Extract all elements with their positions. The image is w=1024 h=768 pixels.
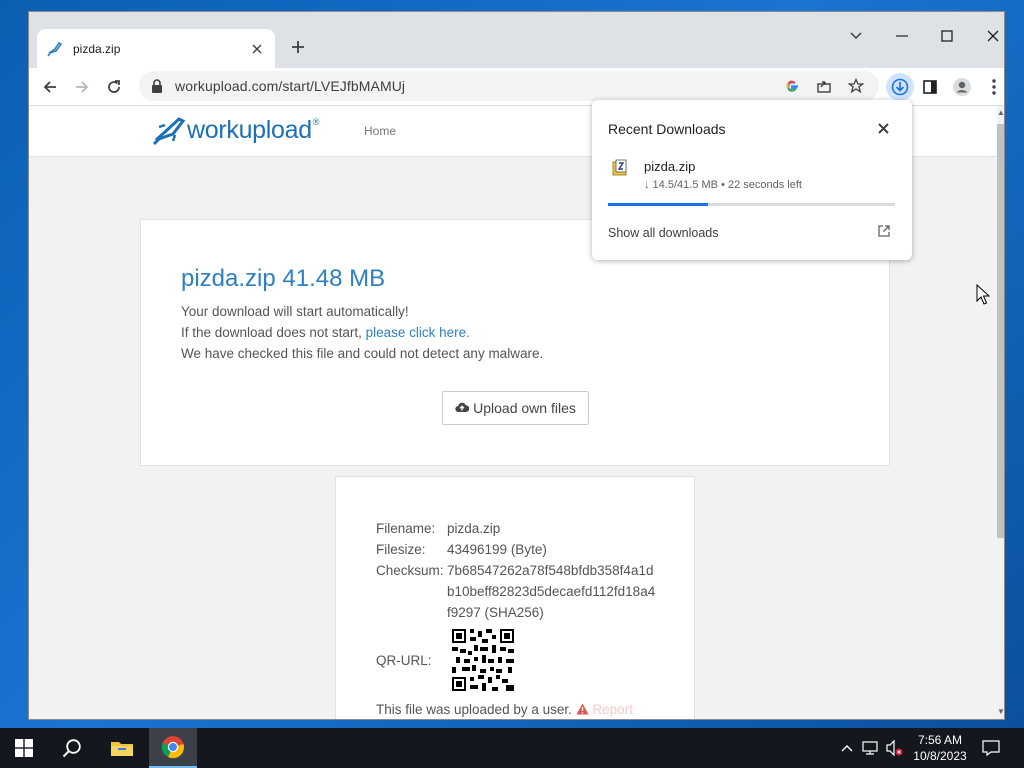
qr-url-label: QR-URL: [376,652,432,668]
windows-taskbar: 7:56 AM 10/8/2023 [0,728,1024,768]
file-details: Filename: pizda.zip Filesize: 43496199 (… [376,518,657,719]
bookmark-star-icon[interactable] [847,77,865,95]
click-here-link[interactable]: please click here. [366,325,470,340]
recent-downloads-popup: Recent Downloads pizda.zip ↓ 14.5/41.5 M… [592,100,912,260]
scroll-up-arrow-icon[interactable]: ▲ [997,108,1004,118]
network-icon[interactable] [862,739,880,757]
show-all-downloads-link[interactable]: Show all downloads [608,226,719,240]
filename-label: Filename: [376,521,436,536]
auto-start-text: Your download will start automatically! [181,304,409,319]
close-window-icon[interactable] [981,25,1004,47]
download-file-name[interactable]: pizda.zip [644,159,695,174]
google-icon[interactable] [783,77,801,95]
clock-date: 10/8/2023 [913,749,967,763]
new-tab-plus-icon[interactable] [287,36,309,58]
mouse-cursor-icon [976,284,990,305]
download-status: ↓ 14.5/41.5 MB • 22 seconds left [644,179,802,191]
reload-icon[interactable] [100,73,128,101]
manual-download-line: If the download does not start, please c… [181,322,543,343]
upload-button-label: Upload own files [473,400,576,416]
filename-row: Filename: pizda.zip [376,518,657,539]
tab-title: pizda.zip [73,41,121,56]
browser-window: pizda.zip workupload.com/start/LVEJfbMAM… [28,11,1005,720]
filesize-value: 43496199 (Byte) [447,542,547,557]
nav-home-link[interactable]: Home [364,124,396,138]
system-clock[interactable]: 7:56 AM 10/8/2023 [905,732,975,764]
workupload-logo[interactable]: workupload ® [153,115,320,145]
qr-row: QR-URL: [376,629,657,691]
address-bar[interactable]: workupload.com/start/LVEJfbMAMUj [139,71,879,101]
cloud-upload-icon [455,401,470,415]
download-info: Your download will start automatically! … [181,301,543,364]
qr-code [452,629,514,691]
browser-menu-kebab-icon[interactable] [980,73,1004,101]
forward-arrow-icon[interactable] [68,73,96,101]
search-icon[interactable] [48,728,96,768]
checksum-row: Checksum: 7b68547262a78f548bfdb358f4a1db… [376,560,657,623]
workupload-favicon-icon [47,41,63,57]
back-arrow-icon[interactable] [36,73,64,101]
file-title: pizda.zip 41.48 MB [181,265,386,292]
url-text[interactable]: workupload.com/start/LVEJfbMAMUj [175,78,405,94]
file-explorer-folder-icon[interactable] [98,728,146,768]
minimize-icon[interactable] [890,25,914,47]
warning-icon [576,703,589,715]
tab-active[interactable]: pizda.zip [37,29,275,68]
uploaded-by-text: This file was uploaded by a user. [376,702,572,717]
chrome-taskbar-icon[interactable] [149,728,197,768]
scroll-thumb[interactable] [997,124,1004,538]
tab-close-icon[interactable] [249,41,265,57]
tray-chevron-up-icon[interactable] [838,739,856,757]
checksum-label: Checksum: [376,563,444,578]
filename-value: pizda.zip [447,521,501,536]
manual-download-prefix: If the download does not start, [181,325,366,340]
zip-file-icon [611,159,629,177]
tab-strip: pizda.zip [29,12,1004,68]
maximize-icon[interactable] [935,25,959,47]
file-details-card: Filename: pizda.zip Filesize: 43496199 (… [335,476,695,719]
upload-own-files-button[interactable]: Upload own files [442,391,589,425]
download-progress-fill [608,203,709,206]
uploaded-by-note: This file was uploaded by a user. Report… [376,699,646,719]
malware-check-text: We have checked this file and could not … [181,346,544,361]
lock-icon[interactable] [151,79,165,93]
filesize-row: Filesize: 43496199 (Byte) [376,539,657,560]
notifications-icon[interactable] [982,739,1000,757]
logo-text: workupload [187,115,312,144]
page-scrollbar[interactable]: ▲ ▼ [997,106,1004,719]
logo-registered-mark: ® [312,117,320,127]
checksum-value: 7b68547262a78f548bfdb358f4a1db10beff8282… [447,563,656,620]
workupload-rocket-icon [153,117,186,145]
popup-title: Recent Downloads [608,121,726,137]
side-panel-icon[interactable] [916,73,944,101]
scroll-down-arrow-icon[interactable]: ▼ [997,707,1004,717]
profile-avatar-icon[interactable] [948,73,976,101]
downloads-icon[interactable] [886,73,914,101]
tab-search-chevron-down-icon[interactable] [844,25,868,47]
download-progress-bar [608,203,895,206]
start-windows-icon[interactable] [0,728,48,768]
popup-close-icon[interactable] [875,120,891,136]
volume-muted-icon[interactable] [886,739,904,757]
open-in-new-icon[interactable] [878,225,892,239]
share-icon[interactable] [815,77,833,95]
clock-time: 7:56 AM [917,733,963,747]
filesize-label: Filesize: [376,542,426,557]
